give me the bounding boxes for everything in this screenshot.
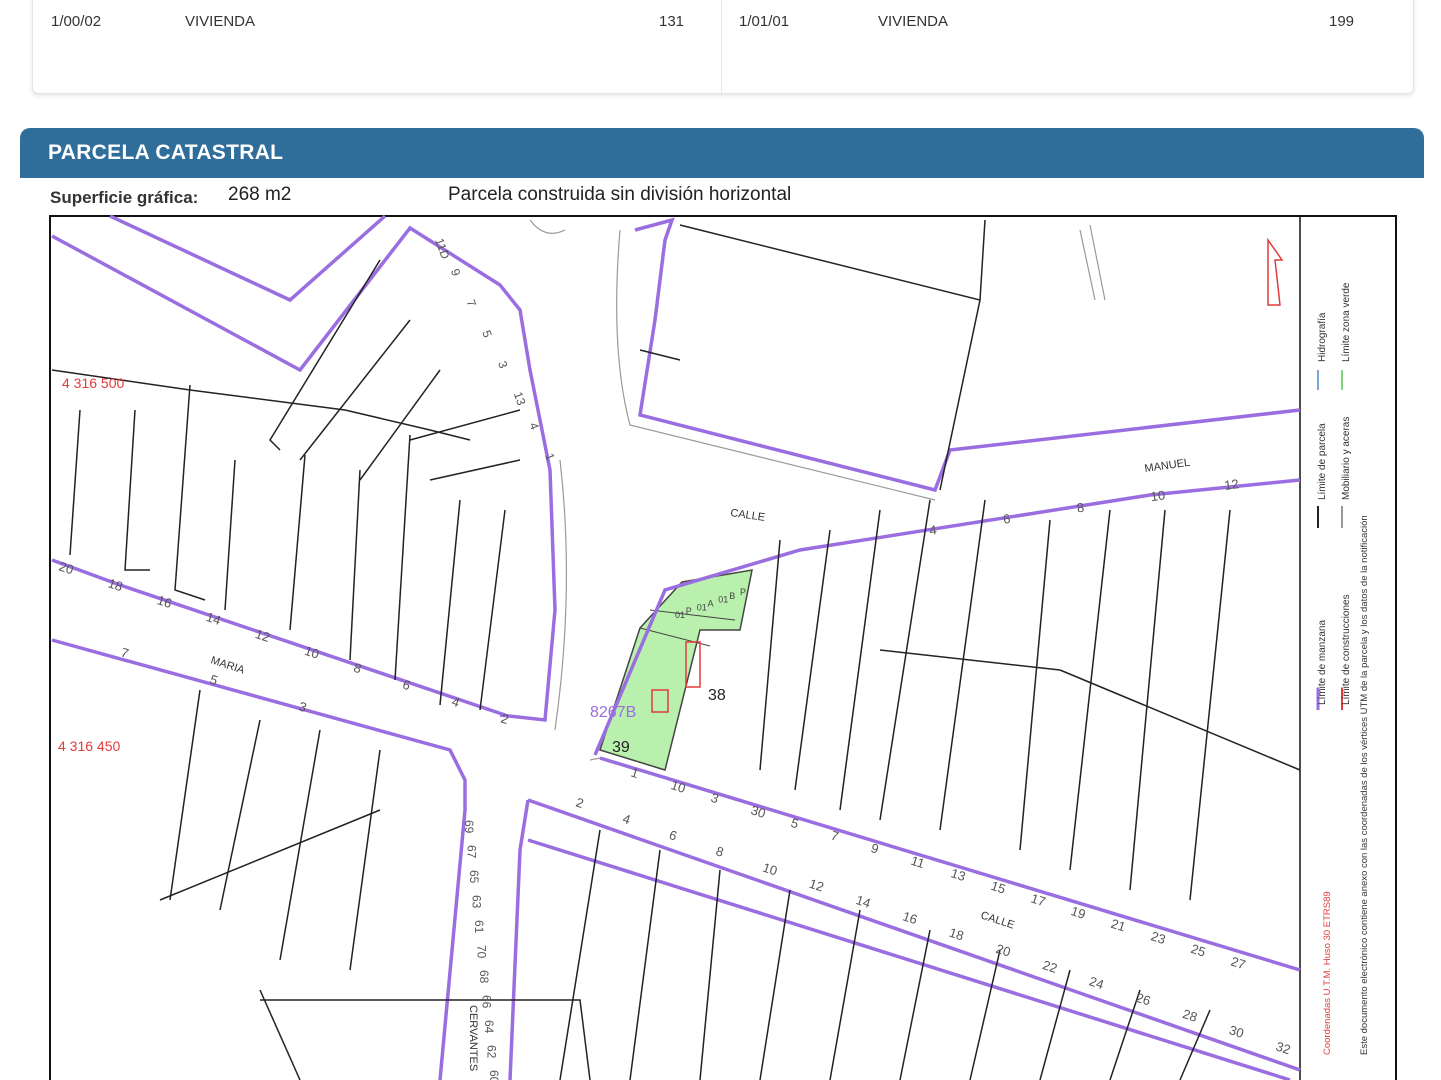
unit-use-left: VIVIENDA (185, 13, 256, 30)
house-number: P (740, 587, 746, 597)
house-number: A (708, 599, 714, 609)
legend-hidrografia: Hidrografía (1317, 312, 1328, 362)
superficie-label: Superficie gráfica: (50, 188, 199, 207)
coord-left: 4 316 450 (58, 738, 120, 754)
house-number: 66 (480, 995, 494, 1009)
coord-top: 4 316 500 (62, 375, 124, 391)
house-number: 64 (482, 1020, 496, 1034)
house-number: 61 (472, 920, 486, 934)
parcel-description: Parcela construida sin división horizont… (448, 184, 792, 205)
section-header: PARCELA CATASTRAL (20, 128, 1424, 178)
house-number: 01 (718, 595, 728, 605)
unit-area-right: 199 (1329, 13, 1355, 30)
legend-parcela: Límite de parcela (1317, 423, 1328, 500)
superficie-value: 268 m2 (228, 184, 292, 205)
parcel-ref: 8267B (590, 704, 636, 721)
legend-zona-verde: Límite zona verde (1341, 282, 1352, 362)
house-number: 01 (697, 602, 707, 612)
legend-mobiliario: Mobiliario y aceras (1341, 417, 1352, 500)
legend-manzana: Límite de manzana (1317, 620, 1328, 705)
house-number: 69 (462, 820, 476, 834)
house-number: 67 (465, 845, 479, 859)
house-number: 01 (675, 610, 685, 620)
table-divider (721, 0, 722, 93)
house-number: 10 (1150, 487, 1166, 504)
house-number: P (686, 606, 692, 616)
label-39: 39 (612, 739, 630, 756)
legend-construcciones: Límite de construcciones (1341, 594, 1352, 705)
house-number: 62 (485, 1045, 499, 1059)
unit-code-right: 1/01/01 (739, 13, 790, 30)
house-number: 60 (487, 1070, 501, 1080)
units-table: 1/00/02 VIVIENDA 131 1/01/01 VIVIENDA 19… (32, 0, 1414, 94)
house-number: 68 (477, 970, 491, 984)
legend-note: Este documento electrónico contiene anex… (1359, 515, 1370, 1055)
house-number: 63 (470, 895, 484, 909)
street-cervantes: CERVANTES (467, 1005, 479, 1071)
house-number: 70 (475, 945, 489, 959)
section-title: PARCELA CATASTRAL (48, 141, 284, 164)
unit-use-right: VIVIENDA (878, 13, 949, 30)
cadastral-map: 4 316 500 4 316 450 8267B 38 39 CALLE CA… (49, 214, 1397, 1080)
house-number: 65 (467, 870, 481, 884)
unit-code-left: 1/00/02 (51, 13, 102, 30)
legend-utm-note: Coordenadas U.T.M. Huso 30 ETRS89 (1322, 891, 1333, 1055)
label-38: 38 (708, 687, 726, 704)
house-number: B (729, 591, 735, 601)
unit-area-left: 131 (659, 13, 685, 30)
house-number: 12 (1223, 476, 1239, 493)
